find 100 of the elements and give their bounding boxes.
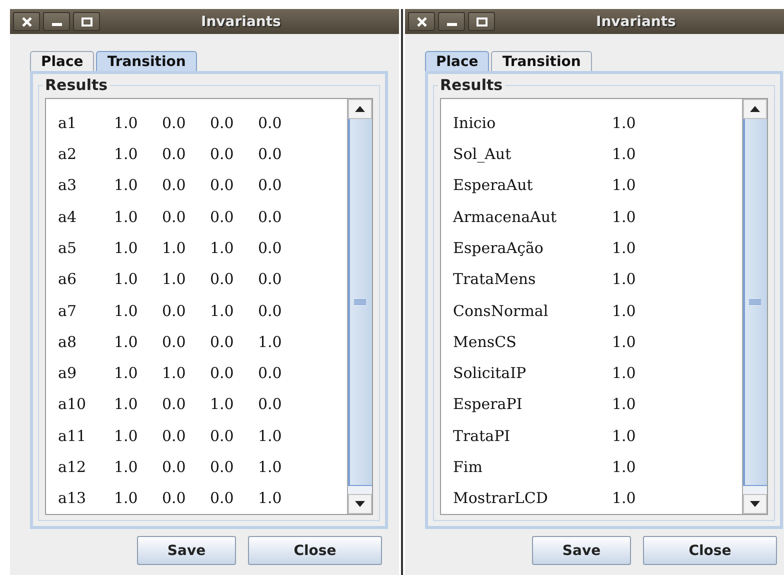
list-cell-text: 1.0 bbox=[114, 270, 139, 288]
tab[interactable]: Transition bbox=[491, 51, 592, 71]
list-cell-text: a4 bbox=[58, 208, 78, 226]
maximize-icon bbox=[476, 16, 488, 26]
tab[interactable]: Transition bbox=[96, 51, 197, 71]
list-cell-text: 1.0 bbox=[114, 208, 139, 226]
list-cell-text: 1.0 bbox=[612, 144, 637, 163]
list-cell-text: EsperaAut bbox=[453, 176, 534, 194]
list-cell-text: 1.0 bbox=[258, 458, 283, 476]
minimize-icon bbox=[52, 23, 62, 26]
list-cell-text: 1.0 bbox=[258, 332, 283, 351]
list-cell-text: 1.0 bbox=[210, 302, 235, 320]
list-cell-text: 0.0 bbox=[162, 458, 187, 476]
list-cell-text: 1.0 bbox=[612, 364, 637, 382]
list-cell-text: a6 bbox=[58, 270, 78, 288]
list-cell-text: a2 bbox=[58, 144, 78, 163]
up-arrow-icon bbox=[750, 106, 760, 112]
list-cell-text: 0.0 bbox=[258, 238, 283, 257]
down-arrow-icon bbox=[355, 501, 365, 507]
list-cell-text: a8 bbox=[58, 332, 78, 351]
list-cell-text: 1.0 bbox=[612, 176, 637, 194]
tab[interactable]: Place bbox=[30, 51, 94, 71]
close-button[interactable] bbox=[408, 12, 435, 31]
minimize-button[interactable] bbox=[43, 12, 70, 31]
list-cell-text: 1.0 bbox=[114, 395, 139, 414]
list-cell-text: MensCS bbox=[453, 332, 518, 351]
list-cell-text: 0.0 bbox=[258, 364, 283, 382]
list-cell-text: 0.0 bbox=[210, 332, 235, 351]
scrollbar[interactable] bbox=[347, 99, 372, 514]
grip-icon bbox=[749, 299, 761, 305]
list-cell-text: a13 bbox=[58, 489, 88, 508]
list-cell-text: a7 bbox=[58, 302, 78, 320]
list-cell-text: EsperaAção bbox=[453, 238, 544, 257]
list-cell-text: 1.0 bbox=[114, 332, 139, 351]
list-cell-text: 0.0 bbox=[258, 144, 283, 163]
list-cell-text: a5 bbox=[58, 238, 78, 257]
list-cell-text: 0.0 bbox=[258, 208, 283, 226]
window-title: Invariants bbox=[596, 14, 676, 30]
list-cell-text: 0.0 bbox=[162, 489, 187, 508]
maximize-button[interactable] bbox=[468, 12, 495, 31]
maximize-icon bbox=[80, 16, 92, 26]
dialog-button[interactable]: Close bbox=[248, 536, 382, 565]
scrollbar[interactable] bbox=[742, 99, 767, 514]
list-cell-text: Inicio bbox=[453, 114, 497, 132]
list-cell-text: 0.0 bbox=[162, 395, 187, 414]
list-cell-text: 1.0 bbox=[162, 270, 187, 288]
list-cell-text: 0.0 bbox=[210, 364, 235, 382]
list-cell-text: 1.0 bbox=[612, 489, 637, 508]
list-cell-text: 1.0 bbox=[612, 114, 637, 132]
list-cell-text: 0.0 bbox=[210, 489, 235, 508]
list-cell-text: 0.0 bbox=[210, 208, 235, 226]
list-cell-text: 1.0 bbox=[612, 426, 637, 445]
close-button[interactable] bbox=[13, 12, 40, 31]
list-cell-text: 0.0 bbox=[210, 426, 235, 445]
list-cell-text: 1.0 bbox=[114, 364, 139, 382]
list-cell-text: 1.0 bbox=[612, 395, 637, 414]
list-cell-text: 1.0 bbox=[612, 458, 637, 476]
list-cell-text: 1.0 bbox=[210, 395, 235, 414]
list-cell-text: 0.0 bbox=[258, 395, 283, 414]
list-cell-text: 1.0 bbox=[258, 426, 283, 445]
minimize-icon bbox=[446, 23, 456, 26]
list-cell-text: 0.0 bbox=[162, 144, 187, 163]
dialog-button[interactable]: Close bbox=[643, 536, 777, 565]
list-cell-text: ArmacenaAut bbox=[453, 208, 558, 226]
up-arrow-icon bbox=[355, 106, 365, 112]
list-cell-text: 0.0 bbox=[162, 208, 187, 226]
list-cell-text: 1.0 bbox=[114, 458, 139, 476]
list-cell-text: SolicitaIP bbox=[453, 364, 528, 382]
list-cell-text: 0.0 bbox=[258, 302, 283, 320]
tab[interactable]: Place bbox=[425, 51, 490, 71]
dialog-button[interactable]: Save bbox=[532, 536, 631, 565]
list-cell-text: a3 bbox=[58, 176, 78, 194]
list-cell-text: 1.0 bbox=[114, 489, 139, 508]
list-cell-text: a1 bbox=[58, 114, 78, 132]
list-cell-text: 0.0 bbox=[162, 426, 187, 445]
list-cell-text: Fim bbox=[453, 458, 484, 476]
list-cell-text: 1.0 bbox=[114, 238, 139, 257]
list-cell-text: MostrarLCD bbox=[453, 489, 549, 508]
list-cell-text: 0.0 bbox=[162, 302, 187, 320]
list-cell-text: 0.0 bbox=[210, 176, 235, 194]
list-cell-text: 1.0 bbox=[114, 426, 139, 445]
list-cell-text: EsperaPI bbox=[453, 395, 524, 414]
list-cell-text: 1.0 bbox=[114, 114, 139, 132]
list-cell-text: 1.0 bbox=[210, 238, 235, 257]
minimize-button[interactable] bbox=[438, 12, 465, 31]
list-cell-text: 1.0 bbox=[612, 270, 637, 288]
maximize-button[interactable] bbox=[73, 12, 100, 31]
list-cell-text: 1.0 bbox=[612, 238, 637, 257]
list-cell-text: TrataPI bbox=[453, 426, 512, 445]
dialog-button[interactable]: Save bbox=[137, 536, 236, 565]
list-cell-text: 1.0 bbox=[114, 144, 139, 163]
list-cell-text: ConsNormal bbox=[453, 302, 550, 320]
list-cell-text: TrataMens bbox=[453, 270, 537, 288]
list-cell-text: 0.0 bbox=[210, 270, 235, 288]
list-cell-text: 1.0 bbox=[612, 208, 637, 226]
list-cell-text: 1.0 bbox=[612, 302, 637, 320]
list-cell-text: 1.0 bbox=[162, 364, 187, 382]
list-cell-text: 0.0 bbox=[258, 270, 283, 288]
list-cell-text: 0.0 bbox=[162, 176, 187, 194]
close-icon bbox=[416, 16, 428, 26]
